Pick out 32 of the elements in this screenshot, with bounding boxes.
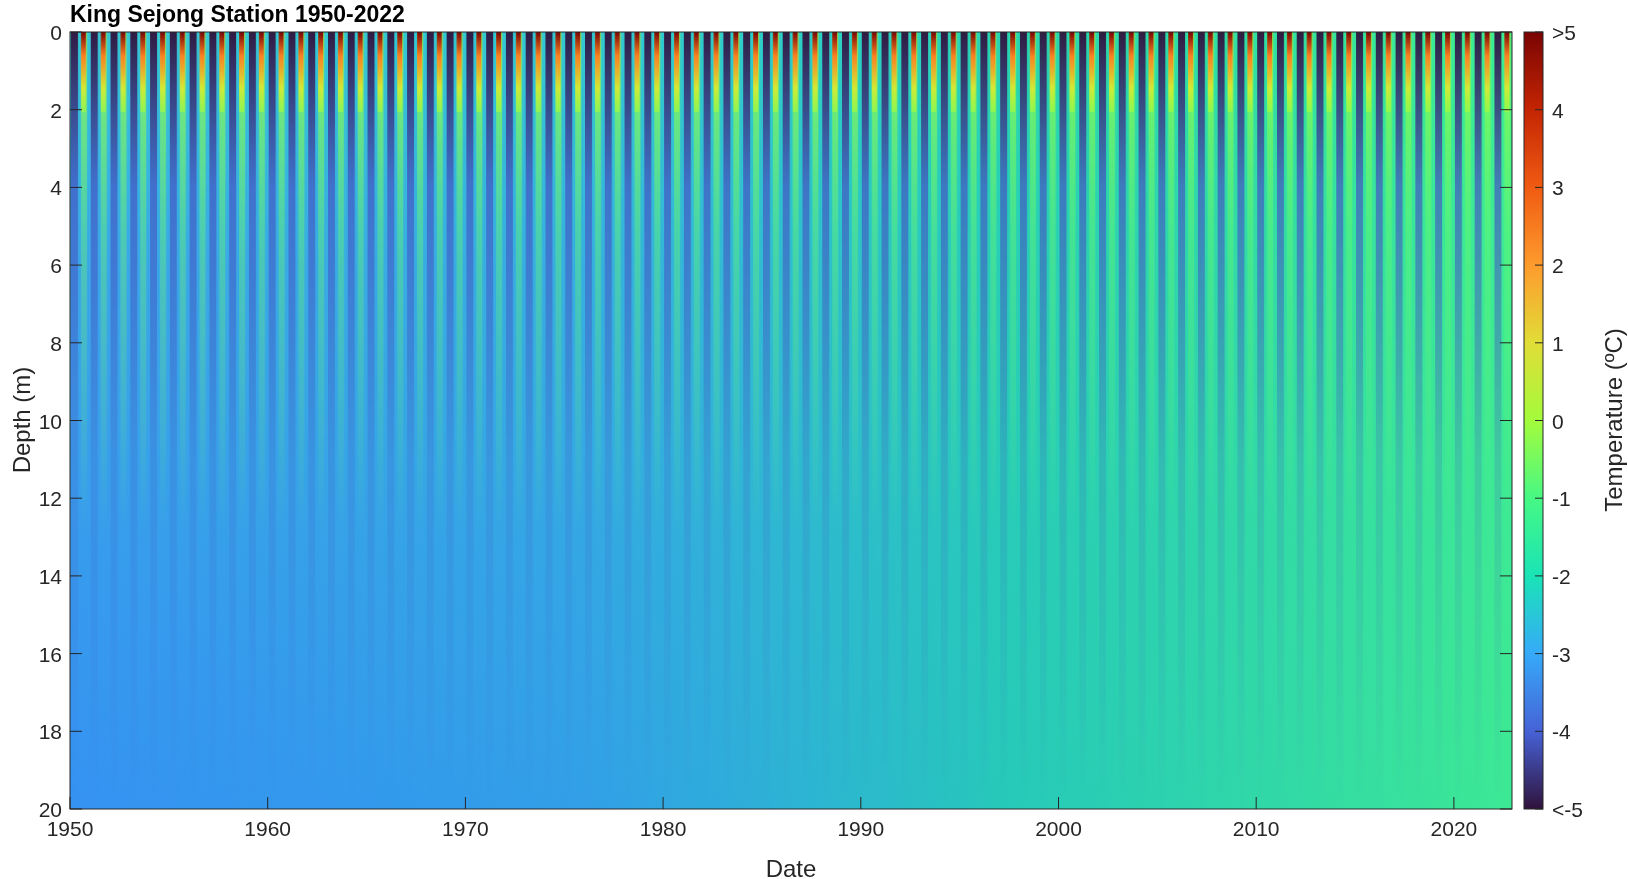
y-tick-label: 10 xyxy=(38,409,62,433)
colorbar-tick-label: >5 xyxy=(1552,21,1576,44)
x-tick-label: 1980 xyxy=(639,817,687,840)
y-axis-label: Depth (m) xyxy=(8,366,35,474)
x-tick-label: 2020 xyxy=(1430,817,1478,840)
colorbar-label: Temperature (ºC) xyxy=(1600,328,1627,512)
y-tick-label: 14 xyxy=(38,564,62,588)
colorbar-tick-label: -2 xyxy=(1552,564,1571,588)
colorbar-tick-label: -3 xyxy=(1552,642,1571,666)
y-tick-label: 16 xyxy=(38,642,62,666)
colorbar-tick-label: -1 xyxy=(1552,487,1571,511)
y-tick-label: 4 xyxy=(50,176,62,200)
x-tick-label: 2000 xyxy=(1035,817,1082,840)
x-tick-label: 1990 xyxy=(837,817,885,840)
y-tick-label: 0 xyxy=(50,21,62,44)
x-tick-label: 1960 xyxy=(244,817,292,840)
colorbar-tick-label: 3 xyxy=(1552,176,1564,200)
colorbar-tick-label: -4 xyxy=(1552,720,1571,744)
x-axis-label: Date xyxy=(765,855,817,879)
x-tick-label: 1970 xyxy=(442,817,489,840)
y-tick-label: 8 xyxy=(50,331,62,355)
colorbar-tick-label: 2 xyxy=(1552,254,1564,278)
chart-title: King Sejong Station 1950-2022 xyxy=(70,1,405,27)
y-tick-label: 6 xyxy=(50,254,62,278)
x-tick-label: 2010 xyxy=(1232,817,1280,840)
y-tick-label: 2 xyxy=(50,98,62,122)
colorbar-tick-label: 0 xyxy=(1552,409,1564,433)
y-tick-label: 12 xyxy=(38,487,62,511)
colorbar-tick-label: 1 xyxy=(1552,331,1564,355)
colorbar-tick-label: 4 xyxy=(1552,98,1564,122)
y-tick-label: 18 xyxy=(38,720,62,744)
colorbar-tick-label: <-5 xyxy=(1552,798,1583,821)
